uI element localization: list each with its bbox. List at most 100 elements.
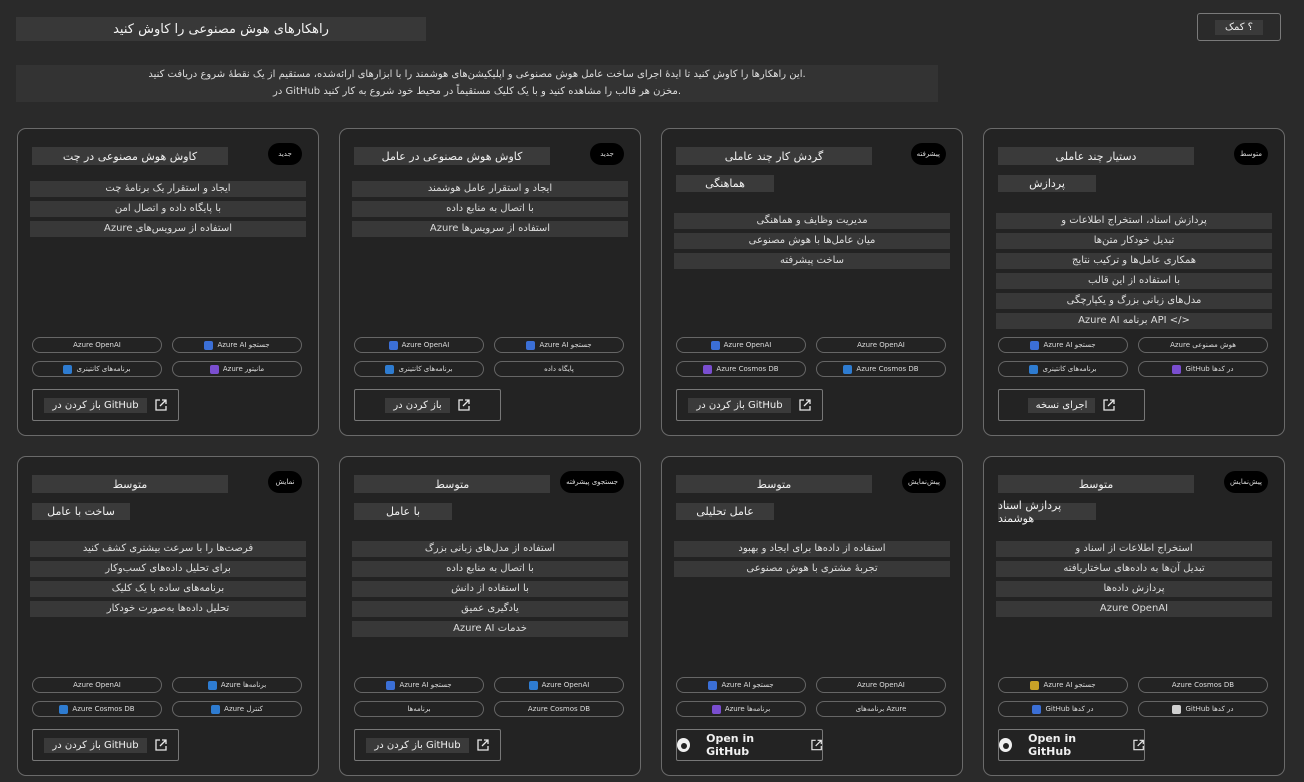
external-link-icon [154,399,167,411]
open-github-button[interactable]: باز کردن در GitHub [32,729,179,761]
description-line: همکاری عامل‌ها و ترکیب نتایج [996,253,1272,269]
description-line: استفاده از داده‌ها برای ایجاد و بهبود [674,541,950,557]
tag-label: Azure OpenAI [723,341,772,349]
service-icon [703,364,713,374]
service-icon [843,364,853,374]
service-icon [385,364,395,374]
card-description: ایجاد و استقرار عامل هوشمند با اتصال به م… [352,181,628,241]
service-icon [59,704,69,714]
description-line: تبدیل آن‌ها به داده‌های ساختاریافته [996,561,1272,577]
service-icon [209,364,219,374]
button-label: باز کردن در GitHub [688,397,791,413]
service-tag: برنامه‌های کانتینری [998,361,1128,377]
description-line: Azure AI خدمات [352,621,628,637]
service-tag: GitHub در کدها [1138,361,1268,377]
template-card: پیش‌نمایش متوسط عامل تحلیلی استفاده از داده… [661,456,963,776]
card-description: استفاده از مدل‌های زبانی بزرگ با اتصال به… [352,541,628,641]
tag-list: Azure OpenAI Azure AI جستجو برنامه‌های کان… [32,337,304,377]
tag-label: Azure برنامه‌ها [724,705,771,713]
tag-label: Azure OpenAI [857,341,905,349]
service-tag: برنامه‌ها [354,701,484,717]
open-github-button[interactable]: Open in GitHub [676,729,823,761]
card-subtitle: پردازش [998,175,1096,192]
tag-label: Azure Cosmos DB [856,365,919,373]
card-title: متوسط [676,475,872,493]
service-icon [1029,364,1039,374]
tag-label: Azure Cosmos DB [72,705,135,713]
tag-label: Azure OpenAI [73,341,121,349]
card-title: متوسط [32,475,228,493]
level-badge: پیش‌نمایش [902,471,946,493]
tag-label: Azure OpenAI [857,681,905,689]
open-github-button[interactable]: باز کردن در GitHub [354,729,501,761]
service-tag: برنامه‌های کانتینری [32,361,162,377]
open-github-button[interactable]: Open in GitHub [998,729,1145,761]
card-description: فرصت‌ها را با سرعت بیشتری کشف کنید برای ت… [30,541,306,621]
tag-label: پایگاه داده [544,365,574,373]
service-icon [211,704,221,714]
button-label: باز کردن در GitHub [44,397,147,413]
github-icon [677,738,691,752]
service-icon [1032,704,1042,714]
template-card: جدید کاوش هوش مصنوعی در چت ایجاد و استقرار… [17,128,319,436]
tag-label: Azure AI جستجو [399,681,452,689]
service-tag: Azure AI جستجو [354,677,484,693]
service-tag: برنامه‌های Azure [816,701,946,717]
tag-label: Azure AI جستجو [1043,681,1096,689]
card-subtitle: با عامل [354,503,452,520]
description-line: استفاده از مدل‌های زبانی بزرگ [352,541,628,557]
open-github-button[interactable]: باز کردن در GitHub [676,389,823,421]
button-label: باز کردن در GitHub [44,737,147,753]
level-badge: پیش‌نمایش [1224,471,1268,493]
external-link-icon [476,739,489,751]
card-title: کاوش هوش مصنوعی در چت [32,147,228,165]
service-tag: پایگاه داده [494,361,624,377]
level-badge: پیشرفته [910,143,946,165]
description-line: برای تحلیل داده‌های کسب‌وکار [30,561,306,577]
service-tag: Azure AI جستجو [172,337,302,353]
tag-list: Azure AI جستجو Azure Cosmos DB GitHub در ک… [998,677,1270,717]
level-badge: نمایش [268,471,302,493]
tag-list: Azure AI جستجو Azure OpenAI برنامه‌ها Azure… [354,677,626,717]
external-link-icon [154,739,167,751]
card-title: متوسط [354,475,550,493]
tag-list: Azure OpenAI Azure برنامه‌ها Azure Cosmos … [32,677,304,717]
help-button[interactable]: ؟ کمک [1197,13,1281,41]
tag-label: برنامه‌های Azure [855,705,907,713]
tag-label: Azure AI جستجو [217,341,270,349]
service-tag: Azure OpenAI [494,677,624,693]
level-badge: جدید [590,143,624,165]
card-title: متوسط [998,475,1194,493]
intro-text: این راهکارها را کاوش کنید تا ایدهٔ اجرای… [16,65,938,102]
button-label: اجرای نسخه [1027,397,1096,413]
service-tag: Azure OpenAI [816,337,946,353]
service-tag: Azure OpenAI [816,677,946,693]
card-subtitle: هماهنگی [676,175,774,192]
tag-label: برنامه‌های کانتینری [76,365,131,373]
intro-line-1: این راهکارها را کاوش کنید تا ایدهٔ اجرای… [148,69,806,80]
tag-label: Azure کنترل [224,705,263,713]
template-card: متوسط دستیار چند عاملی پردازش پردازش اسناد،… [983,128,1285,436]
description-line: میان عامل‌ها با هوش مصنوعی [674,233,950,249]
button-label: Open in GitHub [706,732,755,758]
service-tag: Azure OpenAI [676,337,806,353]
service-icon [207,680,217,690]
description-line: استخراج اطلاعات از اسناد و [996,541,1272,557]
external-link-icon [458,399,470,411]
open-github-button[interactable]: باز کردن در GitHub [32,389,179,421]
tag-label: برنامه‌ها [407,705,431,713]
card-subtitle: عامل تحلیلی [676,503,774,520]
open-github-button[interactable]: باز کردن در [354,389,501,421]
open-github-button[interactable]: اجرای نسخه [998,389,1145,421]
service-icon [63,364,73,374]
template-grid: جدید کاوش هوش مصنوعی در چت ایجاد و استقرار… [17,128,1285,776]
github-icon [999,738,1013,752]
service-tag: Azure مانیتور [172,361,302,377]
template-card: جستجوی پیشرفته متوسط با عامل استفاده از مدل… [339,456,641,776]
card-description: ایجاد و استقرار یک برنامهٔ چت با پایگاه د… [30,181,306,241]
tag-label: GitHub در کدها [1185,705,1234,713]
button-label: Open in GitHub [1028,732,1077,758]
service-tag: Azure کنترل [172,701,302,717]
card-description: مدیریت وظایف و هماهنگی میان عامل‌ها با هو… [674,213,950,273]
service-tag: Azure OpenAI [354,337,484,353]
